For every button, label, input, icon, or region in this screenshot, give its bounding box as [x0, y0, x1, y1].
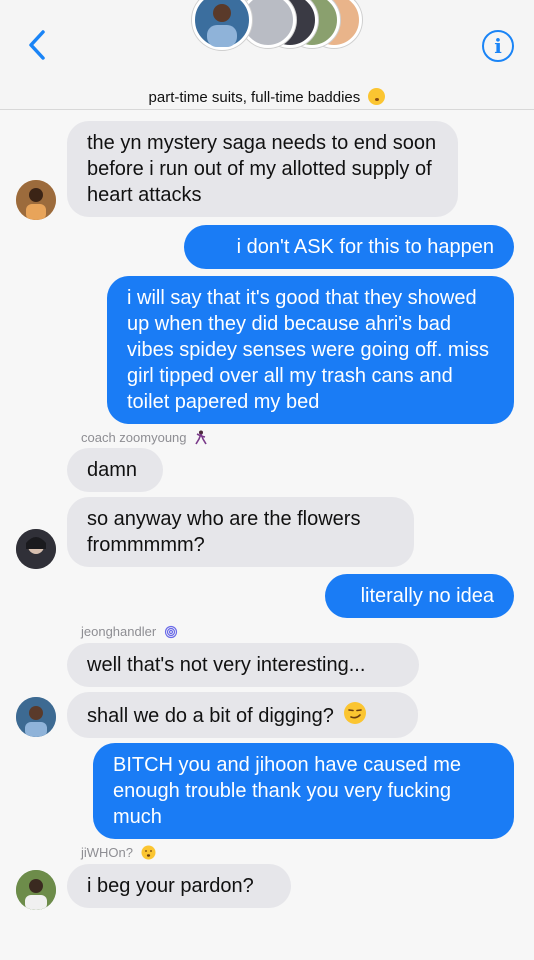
shushing-face-emoji	[141, 845, 156, 860]
message-bubble-incoming[interactable]: shall we do a bit of digging?	[67, 692, 418, 738]
message-bubble-incoming[interactable]: damn	[67, 448, 163, 492]
conversation-header: i part-time suits, full-time baddies	[0, 0, 534, 110]
sender-name-label: jiWHOn?	[81, 845, 156, 860]
group-member-avatar	[192, 0, 252, 50]
message-bubble-outgoing[interactable]: i will say that it's good that they show…	[107, 276, 514, 424]
message-bubble-incoming[interactable]: i beg your pardon?	[67, 864, 291, 908]
fingerprint-emoji	[164, 625, 177, 639]
sender-avatar[interactable]	[16, 529, 56, 569]
message-bubble-incoming[interactable]: well that's not very interesting...	[67, 643, 419, 687]
sender-avatar[interactable]	[16, 870, 56, 910]
sender-name-label: coach zoomyoung	[81, 430, 208, 445]
message-bubble-outgoing[interactable]: i don't ASK for this to happen	[184, 225, 514, 269]
smirking-face-emoji	[344, 702, 367, 724]
info-icon: i	[494, 34, 502, 58]
message-bubble-incoming[interactable]: the yn mystery saga needs to end soon be…	[67, 121, 458, 217]
face-with-hand-over-mouth-emoji	[368, 88, 386, 105]
dancer-emoji	[195, 430, 207, 445]
message-bubble-outgoing[interactable]: BITCH you and jihoon have caused me enou…	[93, 743, 514, 839]
sender-avatar[interactable]	[16, 180, 56, 220]
message-bubble-outgoing[interactable]: literally no idea	[325, 574, 514, 618]
group-avatar-stack[interactable]	[192, 0, 362, 50]
chevron-left-icon	[29, 30, 45, 60]
back-button[interactable]	[22, 28, 52, 62]
info-button[interactable]: i	[482, 30, 514, 62]
sender-name-label: jeonghandler	[81, 624, 178, 639]
message-bubble-incoming[interactable]: so anyway who are the flowers frommmmm?	[67, 497, 414, 567]
sender-avatar[interactable]	[16, 697, 56, 737]
group-title[interactable]: part-time suits, full-time baddies	[0, 88, 534, 106]
group-name: part-time suits, full-time baddies	[148, 89, 361, 106]
